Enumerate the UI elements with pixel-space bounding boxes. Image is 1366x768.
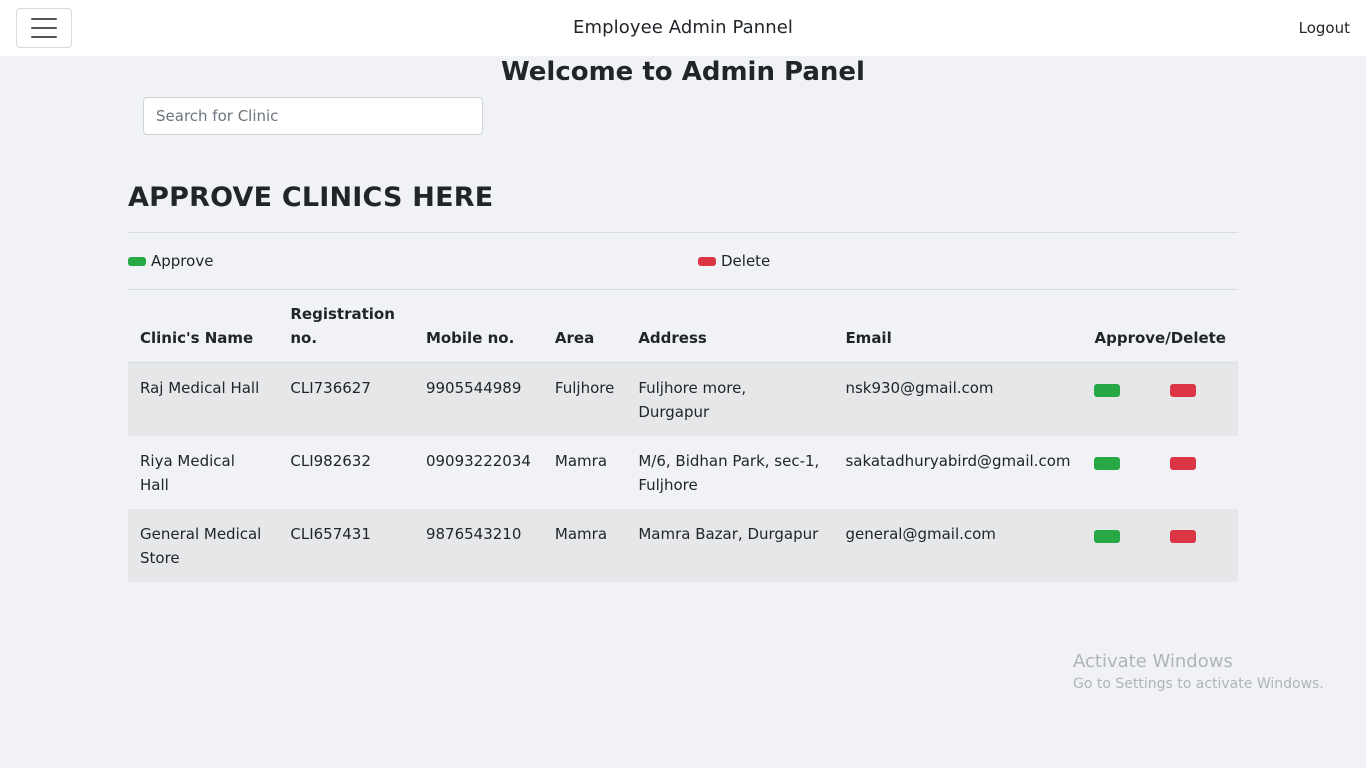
logout-link[interactable]: Logout: [1299, 19, 1350, 37]
search-input[interactable]: [143, 97, 483, 135]
approve-legend-swatch: [128, 256, 146, 266]
delete-button[interactable]: [1170, 457, 1197, 470]
cell-clinic-name: General Medical Store: [128, 509, 279, 582]
legend-delete-label: Delete: [721, 252, 771, 270]
navbar: Employee Admin Pannel Logout: [0, 0, 1366, 56]
watermark-subtitle: Go to Settings to activate Windows.: [1073, 676, 1324, 692]
approve-button[interactable]: [1094, 530, 1121, 543]
table-row: Riya Medical Hall CLI982632 09093222034 …: [128, 436, 1238, 509]
clinics-table: Clinic's Name Registration no. Mobile no…: [128, 290, 1238, 582]
legend-approve: Approve: [128, 252, 213, 270]
legend-delete: Delete: [698, 252, 770, 270]
approve-button[interactable]: [1094, 384, 1121, 397]
column-header-mobile: Mobile no.: [413, 290, 543, 363]
cell-area: Mamra: [542, 509, 627, 582]
approve-button[interactable]: [1094, 457, 1121, 470]
column-header-address: Address: [626, 290, 834, 363]
legend-approve-label: Approve: [151, 252, 214, 270]
watermark-title: Activate Windows: [1073, 651, 1233, 672]
delete-button[interactable]: [1170, 384, 1197, 397]
page-title: Welcome to Admin Panel: [501, 57, 865, 87]
delete-button[interactable]: [1170, 530, 1197, 543]
table-row: Raj Medical Hall CLI736627 9905544989 Fu…: [128, 362, 1238, 436]
column-header-actions: Approve/Delete: [1082, 290, 1238, 363]
column-header-registration: Registration no.: [278, 290, 414, 363]
table-row: General Medical Store CLI657431 98765432…: [128, 509, 1238, 582]
table-header-row: Clinic's Name Registration no. Mobile no…: [128, 290, 1238, 363]
cell-area: Mamra: [554, 452, 608, 470]
cell-clinic-name: Raj Medical Hall: [128, 362, 279, 436]
cell-address: Mamra Bazar, Durgapur: [626, 509, 834, 582]
cell-mobile: 9876543210: [413, 509, 543, 582]
activate-windows-watermark: Activate Windows Go to Settings to activ…: [1073, 651, 1324, 692]
navbar-brand[interactable]: Employee Admin Pannel: [0, 17, 1366, 38]
cell-registration: CLI657431: [278, 509, 414, 582]
delete-legend-swatch: [698, 256, 716, 266]
cell-actions: [1082, 436, 1238, 509]
cell-address: M/6, Bidhan Park, sec-1, Fuljhore: [638, 452, 820, 494]
cell-registration: CLI982632: [290, 452, 371, 470]
cell-email: general@gmail.com: [833, 509, 1083, 582]
column-header-area: Area: [542, 290, 627, 363]
cell-area: Fuljhore: [542, 362, 627, 436]
cell-address: Fuljhore more, Durgapur: [626, 362, 834, 436]
cell-clinic-name: Riya Medical Hall: [140, 452, 235, 494]
cell-email: nsk930@gmail.com: [833, 362, 1083, 436]
cell-actions: [1082, 509, 1238, 582]
cell-mobile: 9905544989: [413, 362, 543, 436]
column-header-name: Clinic's Name: [128, 290, 279, 363]
cell-actions: [1082, 362, 1238, 436]
cell-registration: CLI736627: [278, 362, 414, 436]
divider: [128, 232, 1238, 233]
column-header-email: Email: [833, 290, 1083, 363]
cell-mobile: 09093222034: [425, 452, 531, 470]
cell-email: sakatadhuryabird@gmail.com: [845, 452, 1071, 470]
section-title: APPROVE CLINICS HERE: [128, 182, 494, 213]
